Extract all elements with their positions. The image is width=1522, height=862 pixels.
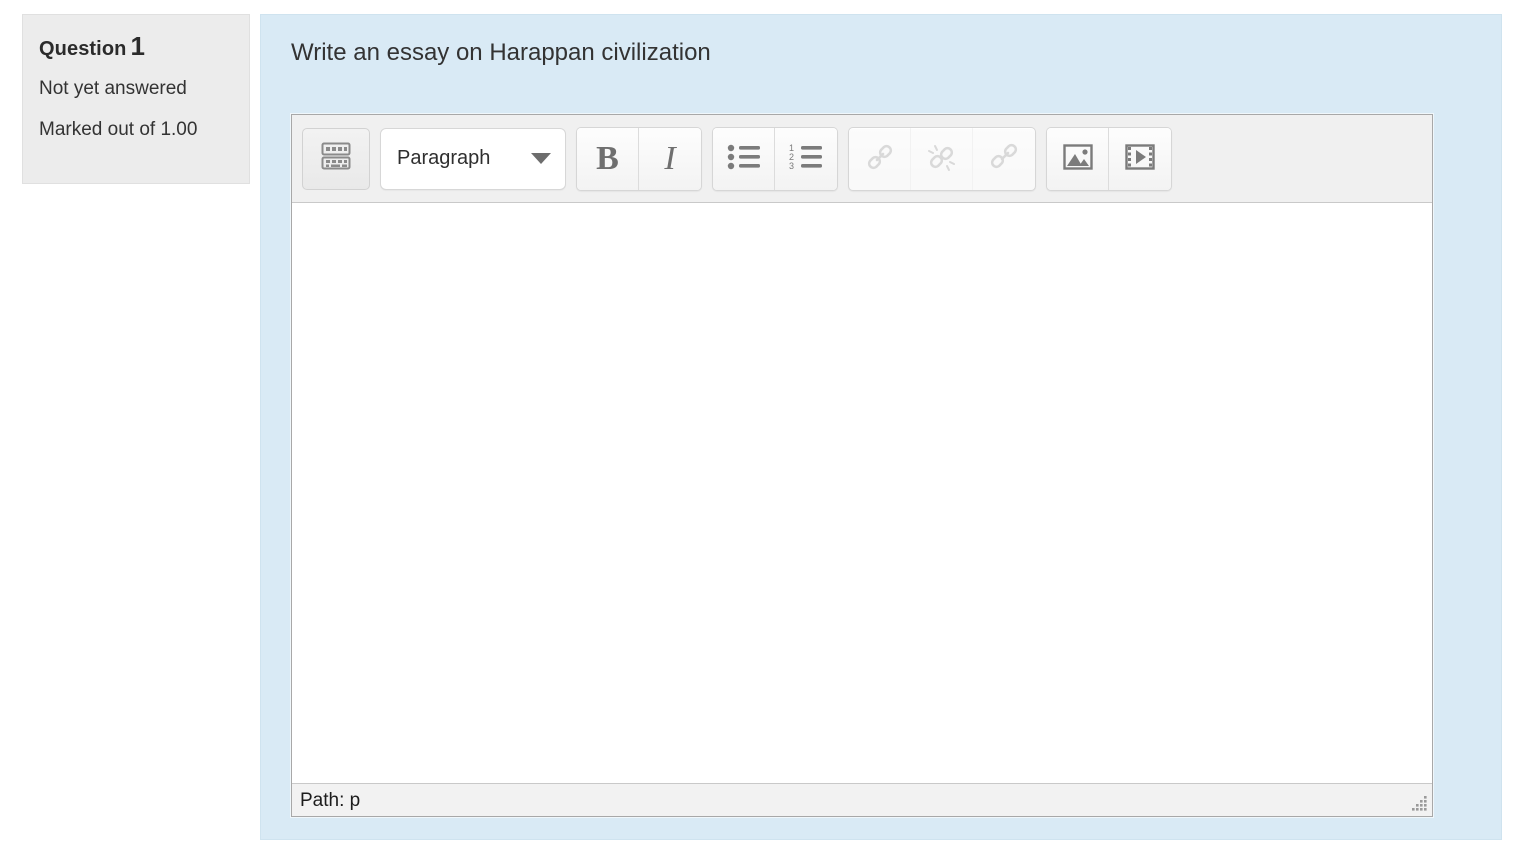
- insert-image-button[interactable]: [1047, 127, 1109, 190]
- unlink-icon: [926, 141, 958, 176]
- rich-text-editor: Paragraph B I 1 2 3 Path: p: [291, 114, 1433, 817]
- question-page: Question 1 Not yet answered Marked out of…: [0, 0, 1522, 862]
- auto-link-icon: [988, 141, 1020, 176]
- question-grade: Marked out of 1.00: [39, 118, 198, 140]
- media-group: [1046, 126, 1172, 191]
- format-select[interactable]: Paragraph: [380, 127, 566, 190]
- resize-grip-icon[interactable]: [1407, 794, 1429, 814]
- question-state: Not yet answered: [39, 78, 187, 99]
- editor-statusbar: Path: p: [292, 783, 1432, 816]
- insert-media-button[interactable]: [1109, 127, 1171, 190]
- italic-button[interactable]: I: [639, 127, 701, 190]
- link-icon: [864, 141, 896, 176]
- editor-toolbar: Paragraph B I 1 2 3: [292, 115, 1432, 203]
- format-select-value: Paragraph: [397, 147, 491, 169]
- element-path: Path: p: [300, 789, 361, 811]
- toggle-toolbar-button[interactable]: [302, 127, 370, 190]
- bold-button[interactable]: B: [577, 127, 639, 190]
- link-group: [848, 126, 1036, 191]
- bullet-list-icon: [727, 143, 761, 174]
- question-info-box: Question 1 Not yet answered Marked out of…: [22, 14, 250, 184]
- media-icon: [1124, 143, 1156, 174]
- link-button[interactable]: [849, 127, 911, 190]
- chevron-down-icon: [531, 153, 551, 164]
- bullet-list-button[interactable]: [713, 127, 775, 190]
- svg-text:3: 3: [789, 161, 794, 171]
- italic-icon: I: [664, 139, 676, 177]
- keyboard-icon: [319, 141, 353, 176]
- image-icon: [1062, 143, 1094, 174]
- unlink-button[interactable]: [911, 127, 973, 190]
- numbered-list-button[interactable]: 1 2 3: [775, 127, 837, 190]
- question-content-panel: Write an essay on Harappan civilization: [260, 14, 1502, 840]
- editor-content-area[interactable]: [292, 203, 1432, 783]
- numbered-list-icon: 1 2 3: [789, 143, 823, 174]
- question-label: Question: [39, 38, 127, 60]
- question-number: 1: [130, 31, 146, 61]
- list-group: 1 2 3: [712, 126, 838, 191]
- bold-icon: B: [596, 139, 619, 177]
- question-text: Write an essay on Harappan civilization: [291, 39, 711, 66]
- auto-link-button[interactable]: [973, 127, 1035, 190]
- question-number-heading: Question 1: [39, 33, 233, 59]
- text-style-group: B I: [576, 126, 702, 191]
